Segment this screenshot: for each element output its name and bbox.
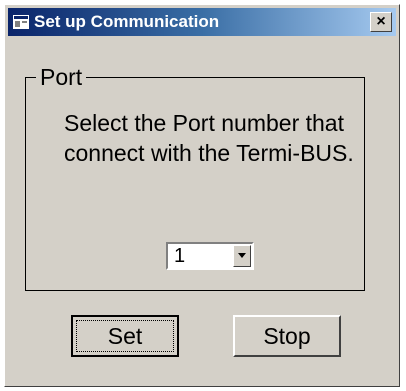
port-groupbox: Port Select the Port number that connect… [25,62,365,291]
close-icon: × [376,13,386,30]
chevron-down-icon [238,253,246,258]
setup-communication-dialog: Set up Communication × Port Select the P… [4,4,400,387]
window-title: Set up Communication [34,12,220,31]
stop-button[interactable]: Stop [233,315,341,357]
close-button[interactable]: × [370,12,392,32]
port-selected-value: 1 [174,245,186,267]
port-dropdown-button[interactable] [233,245,251,267]
port-group-label: Port [36,62,87,92]
set-button[interactable]: Set [71,315,179,357]
set-button-label: Set [76,320,174,352]
port-number-select[interactable]: 1 [166,242,254,270]
app-window-icon [13,15,29,29]
title-bar[interactable]: Set up Communication × [8,8,396,36]
port-instructions: Select the Port number that connect with… [64,110,354,166]
